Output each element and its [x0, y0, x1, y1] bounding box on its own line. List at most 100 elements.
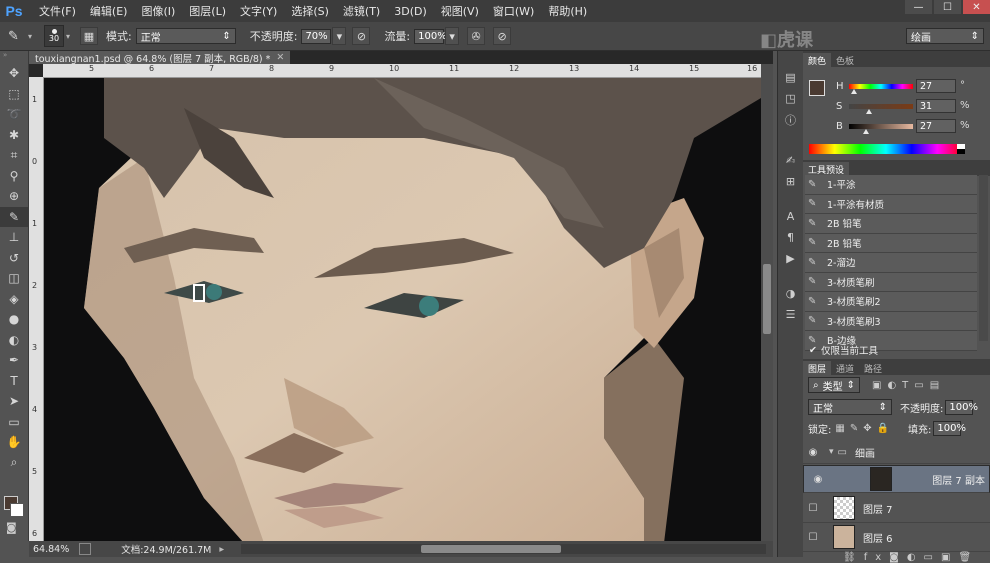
actions-panel-icon[interactable]: ▶	[778, 248, 803, 269]
tab-tool-presets[interactable]: 工具预设	[803, 162, 850, 176]
history-brush-tool-icon[interactable]: ↺	[0, 248, 28, 269]
brightness-slider[interactable]	[849, 124, 913, 129]
menu-window[interactable]: 窗口(W)	[493, 3, 534, 19]
type-tool-icon[interactable]: T	[0, 371, 28, 392]
hue-knob[interactable]	[851, 89, 858, 94]
rectangle-tool-icon[interactable]: ▭	[0, 412, 28, 433]
mode-select[interactable]: 正常 ⇕	[135, 28, 236, 44]
minimize-button[interactable]: —	[905, 0, 932, 14]
preset-item[interactable]: ✎ 2B 铅笔	[805, 233, 977, 253]
black-white-ramp[interactable]	[957, 144, 965, 154]
preset-item[interactable]: ✎ 3-材质笔刷3	[805, 311, 977, 331]
preset-item[interactable]: ✎ 3-材质笔刷2	[805, 292, 977, 312]
brush-picker-arrow-icon[interactable]: ▾	[66, 32, 74, 41]
tab-swatches[interactable]: 色板	[831, 53, 859, 67]
info-panel-icon[interactable]: ⓘ	[778, 109, 803, 130]
pressure-opacity-icon[interactable]: ⊘	[352, 27, 371, 45]
layer-row[interactable]: ◉ 图层 7 副本	[803, 465, 990, 493]
marquee-tool-icon[interactable]: ⬚	[0, 84, 28, 105]
visibility-empty-box[interactable]: ☐	[803, 503, 823, 514]
paint-bucket-tool-icon[interactable]: ◈	[0, 289, 28, 310]
fill-input[interactable]: 100%	[933, 421, 966, 436]
healing-brush-tool-icon[interactable]: ⊕	[0, 186, 28, 207]
zoom-level[interactable]: 64.84%	[33, 544, 69, 555]
clone-source-icon[interactable]: ⊞	[778, 171, 803, 192]
menu-help[interactable]: 帮助(H)	[548, 3, 587, 19]
saturation-value[interactable]: 31	[916, 99, 956, 113]
brightness-value[interactable]: 27	[916, 119, 956, 133]
pressure-size-icon[interactable]: ⊘	[493, 27, 512, 45]
brush-panel-icon[interactable]: ✍	[778, 150, 803, 171]
flow-dropdown-icon[interactable]: ▾	[445, 27, 460, 45]
brightness-knob[interactable]	[863, 129, 870, 134]
hue-slider[interactable]	[849, 84, 913, 89]
brush-tool-icon-active[interactable]: ✎	[0, 206, 28, 227]
brush-panel-icon[interactable]: ▦	[80, 27, 98, 45]
eyedropper-tool-icon[interactable]: ⚲	[0, 166, 28, 187]
saturation-knob[interactable]	[865, 109, 872, 114]
menu-select[interactable]: 选择(S)	[291, 3, 329, 19]
layer-filter-icons[interactable]: ▣◐T▭▤	[872, 380, 945, 391]
pen-tool-icon[interactable]: ✒	[0, 350, 28, 371]
brush-size-picker[interactable]: 30	[44, 25, 64, 47]
layer-footer-icons[interactable]: ⛓fx◙◐▭▣🗑	[843, 552, 979, 563]
quick-mask-icon[interactable]: ◙	[6, 521, 20, 535]
layer-group-row[interactable]: ◉ ▾ ▭ 细画	[803, 441, 990, 464]
preset-item[interactable]: ✎ 2B 铅笔	[805, 214, 977, 234]
brush-presets-icon[interactable]: ◳	[778, 88, 803, 109]
lock-icons[interactable]: ▦✎✥🔒	[835, 423, 894, 434]
zoom-tool-icon[interactable]: ⌕	[0, 453, 28, 474]
vertical-scroll-thumb[interactable]	[763, 264, 771, 334]
toolbox-collapse-icon[interactable]: »	[0, 51, 28, 63]
tab-channels[interactable]: 通道	[831, 361, 859, 375]
menu-3d[interactable]: 3D(D)	[394, 5, 427, 18]
airbrush-icon[interactable]: ✇	[467, 27, 486, 45]
magic-wand-tool-icon[interactable]: ✱	[0, 125, 28, 146]
flow-input[interactable]: 100%	[414, 28, 447, 44]
presets-scrollbar[interactable]	[979, 175, 988, 341]
paragraph-panel-icon[interactable]: ¶	[778, 227, 803, 248]
menu-image[interactable]: 图像(I)	[141, 3, 175, 19]
horizontal-scroll-thumb[interactable]	[421, 545, 561, 553]
layer-opacity-input[interactable]: 100%	[945, 399, 978, 415]
maximize-button[interactable]: ☐	[934, 0, 961, 14]
path-selection-tool-icon[interactable]: ➤	[0, 391, 28, 412]
lasso-tool-icon[interactable]: ➰	[0, 104, 28, 125]
eraser-tool-icon[interactable]: ◫	[0, 268, 28, 289]
tab-layers[interactable]: 图层	[803, 361, 832, 375]
current-tool-checkbox[interactable]: ✔	[809, 345, 817, 356]
color-spectrum-bar[interactable]	[809, 144, 963, 154]
blur-tool-icon[interactable]: ●	[0, 309, 28, 330]
share-icon[interactable]	[79, 543, 92, 555]
history-panel-icon[interactable]: ▤	[778, 67, 803, 88]
opacity-input[interactable]: 70%	[301, 28, 332, 44]
hue-value[interactable]: 27	[916, 79, 956, 93]
properties-panel-icon[interactable]: ☰	[778, 304, 803, 325]
brush-tool-icon[interactable]: ✎	[8, 29, 28, 44]
hand-tool-icon[interactable]: ✋	[0, 432, 28, 453]
preset-item[interactable]: ✎ 1-平涂	[805, 175, 977, 195]
eye-icon[interactable]: ◉	[803, 447, 823, 458]
horizontal-scrollbar[interactable]	[241, 544, 766, 554]
move-tool-icon[interactable]: ✥	[0, 63, 28, 84]
close-button[interactable]: ✕	[963, 0, 990, 14]
workspace-select[interactable]: 绘画 ⇕	[906, 28, 984, 44]
background-color-swatch[interactable]	[10, 503, 24, 517]
crop-tool-icon[interactable]: ⌗	[0, 145, 28, 166]
preset-item[interactable]: ✎ 3-材质笔刷	[805, 272, 977, 292]
document-tab[interactable]: touxiangnan1.psd @ 64.8% (图层 7 副本, RGB/8…	[29, 51, 291, 65]
painting-canvas[interactable]	[44, 78, 761, 543]
vertical-scrollbar[interactable]	[761, 64, 773, 543]
menu-file[interactable]: 文件(F)	[39, 3, 76, 19]
menu-type[interactable]: 文字(Y)	[240, 3, 277, 19]
preset-item[interactable]: ✎ 2-溜边	[805, 253, 977, 273]
tab-close-icon[interactable]: ✕	[276, 52, 284, 63]
adjustments-panel-icon[interactable]: ◑	[778, 283, 803, 304]
tab-color[interactable]: 颜色	[803, 53, 832, 67]
menu-filter[interactable]: 滤镜(T)	[343, 3, 380, 19]
tab-paths[interactable]: 路径	[859, 361, 887, 375]
menu-layer[interactable]: 图层(L)	[189, 3, 226, 19]
group-expand-icon[interactable]: ▾	[829, 447, 834, 457]
menu-edit[interactable]: 编辑(E)	[90, 3, 128, 19]
menu-view[interactable]: 视图(V)	[441, 3, 479, 19]
